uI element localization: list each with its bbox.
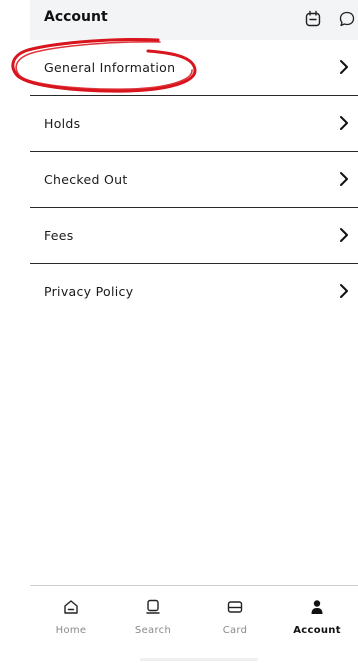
account-screen: Account General Information Holds Checke…	[0, 0, 358, 663]
page-title: Account	[44, 9, 108, 25]
menu-item-privacy-policy[interactable]: Privacy Policy	[30, 264, 358, 319]
tab-home[interactable]: Home	[30, 586, 112, 646]
tab-label: Account	[293, 625, 341, 636]
search-icon	[146, 599, 160, 614]
menu-item-fees[interactable]: Fees	[30, 208, 358, 264]
header-bar: Account	[30, 0, 358, 40]
menu-item-general-information[interactable]: General Information	[30, 40, 358, 96]
tab-card[interactable]: Card	[194, 586, 276, 646]
tab-account[interactable]: Account	[276, 586, 358, 646]
tab-label: Home	[55, 625, 87, 636]
menu-item-label: Checked Out	[44, 172, 128, 187]
tab-label: Card	[222, 625, 248, 636]
bottom-tab-bar: Home Search Card Account	[30, 585, 358, 646]
chevron-right-icon	[340, 116, 348, 130]
card-icon	[227, 601, 243, 613]
home-icon	[64, 600, 78, 614]
chevron-right-icon	[340, 60, 348, 74]
calendar-icon[interactable]	[304, 10, 322, 28]
chat-bubble-icon[interactable]	[338, 10, 356, 28]
chevron-right-icon	[340, 172, 348, 186]
menu-item-checked-out[interactable]: Checked Out	[30, 152, 358, 208]
tab-search[interactable]: Search	[112, 586, 194, 646]
account-menu: General Information Holds Checked Out Fe…	[30, 40, 358, 319]
chevron-right-icon	[340, 228, 348, 242]
person-icon	[311, 600, 323, 614]
menu-item-label: Holds	[44, 116, 81, 131]
chevron-right-icon	[340, 284, 348, 298]
menu-item-label: Privacy Policy	[44, 284, 134, 299]
menu-item-label: Fees	[44, 228, 74, 243]
menu-item-holds[interactable]: Holds	[30, 96, 358, 152]
home-indicator	[140, 658, 258, 661]
tab-label: Search	[134, 625, 172, 636]
menu-item-label: General Information	[44, 60, 176, 75]
